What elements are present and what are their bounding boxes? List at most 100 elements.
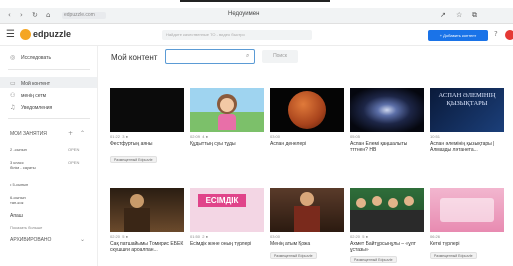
sidebar-item-label: менің сетм — [21, 93, 47, 99]
card-title[interactable]: Аспан денелері — [270, 141, 344, 147]
sidebar-item-label: Уведомления — [21, 105, 53, 111]
card-badge: Размещенный Edpuzzle — [270, 252, 317, 259]
group-suits — [350, 210, 424, 232]
back-icon[interactable]: ‹ — [8, 11, 11, 19]
cartoon-face — [220, 98, 234, 112]
global-search-input[interactable]: Найдите качественные ТО - видео быстро — [162, 30, 312, 40]
browser-toolbar: ‹ › ↻ ⌂ edpuzzle.com Недоуимен ↗ ☆ ⧉ — [0, 8, 513, 24]
help-icon[interactable]: ? — [494, 30, 498, 38]
sidebar-item-my-content[interactable]: ▭ Мой контент — [10, 80, 50, 87]
video-thumbnail[interactable] — [350, 188, 424, 232]
card-title[interactable]: Менің атым Қожа — [270, 241, 344, 247]
top-strip-bar — [180, 0, 330, 2]
card-meta: 02:09 4 ● — [190, 134, 209, 139]
class-item[interactable]: • 5-сынып — [10, 182, 28, 187]
card-title[interactable]: Аспан Елемі қаңшалыты тттнен? HB — [350, 141, 424, 153]
bookmark-icon[interactable]: ☆ — [456, 11, 462, 19]
top-strip — [0, 0, 513, 4]
video-thumbnail[interactable]: ЕСІМДІК — [190, 188, 264, 232]
forward-icon[interactable]: › — [20, 11, 23, 19]
video-thumbnail[interactable]: АСПАН ӘЛЕМІНІҢ ҚЫЗЫҚТАРЫ — [430, 88, 504, 132]
card-title[interactable]: Кеткі түрлері — [430, 241, 504, 247]
actor-body — [124, 208, 150, 232]
app-header: ☰ edpuzzle Найдите качественные ТО - вид… — [0, 24, 513, 46]
person-face — [388, 198, 398, 208]
card-meta: 01:22 3 ● — [110, 134, 129, 139]
card-title[interactable]: Аспан әлемінің қызықтары | Алмазды ләтан… — [430, 141, 504, 153]
sidebar-item-notifications[interactable]: ♫ Уведомления — [10, 104, 52, 111]
thumbnail-caption: ЕСІМДІК — [198, 194, 246, 207]
search-icon[interactable]: ⌕ — [246, 52, 249, 60]
add-content-button[interactable]: + Добавить контент — [428, 30, 488, 41]
classes-heading: МОИ ЗАНЯТИЯ — [10, 131, 47, 137]
actor-face — [130, 194, 144, 208]
extensions-icon[interactable]: ⧉ — [472, 11, 477, 20]
boy-face — [300, 192, 314, 206]
person-face — [404, 196, 414, 206]
folder-icon: ▭ — [10, 80, 16, 87]
reload-icon[interactable]: ↻ — [32, 11, 38, 19]
sidebar-item-label: Мой контент — [21, 81, 51, 87]
card-title[interactable]: Фестфуртың аяны — [110, 141, 184, 147]
video-thumbnail[interactable] — [270, 188, 344, 232]
person-face — [356, 198, 366, 208]
card-meta: 05:05 — [350, 134, 361, 139]
card-badge: Размещенный Edpuzzle — [350, 256, 397, 263]
content-search-input[interactable]: ⌕ — [165, 49, 255, 64]
card-meta: 03:00 — [270, 134, 281, 139]
logo-text[interactable]: edpuzzle — [33, 29, 71, 39]
video-thumbnail[interactable] — [110, 188, 184, 232]
network-icon: ⚇ — [10, 92, 16, 99]
thumbnail-caption: АСПАН ӘЛЕМІНІҢ ҚЫЗЫҚТАРЫ — [438, 92, 496, 107]
sidebar-item-more[interactable]: Апаш — [10, 213, 23, 219]
collapse-icon[interactable]: ⌃ — [80, 130, 88, 137]
sidebar-item-explore[interactable]: ◎ Исследовать — [10, 54, 51, 61]
video-thumbnail[interactable] — [430, 188, 504, 232]
video-thumbnail[interactable] — [270, 88, 344, 132]
url-bar[interactable]: edpuzzle.com — [62, 12, 106, 19]
card-title[interactable]: Құдыттың суы тұды — [190, 141, 264, 147]
card-title[interactable]: Есімдік және оның түрлері — [190, 241, 264, 247]
boy-body — [294, 206, 320, 232]
card-title[interactable]: Сақ патшайымы Томирис ЕБЕК скушшғи ароал… — [110, 241, 184, 253]
add-class-icon[interactable]: + — [68, 130, 76, 137]
video-thumbnail[interactable] — [190, 88, 264, 132]
card-meta: 02:20 5 ● — [110, 234, 129, 239]
card-badge: Размещенный Edpuzzle — [110, 156, 157, 163]
card-meta: 01:50 2 ● — [190, 234, 209, 239]
page-title: Мой контент — [111, 53, 158, 62]
card-title[interactable]: Ахмет Байтұрсынұлы – «ұлт ұстазы» — [350, 241, 424, 253]
video-thumbnail[interactable] — [350, 88, 424, 132]
archived-heading[interactable]: АРХИВИРОВАНО — [10, 237, 51, 243]
class-item[interactable]: 6-сынып тан-кок — [10, 195, 26, 205]
sidebar-divider — [8, 69, 90, 70]
person-face — [372, 196, 382, 206]
class-item[interactable]: 3 класс білім - сауаты — [10, 160, 36, 170]
thumbnail-panel — [440, 198, 494, 222]
bell-icon: ♫ — [10, 104, 16, 111]
window-title: Недоуимен — [228, 11, 260, 17]
cartoon-dress — [218, 114, 236, 130]
card-meta: 02:20 5 ● — [350, 234, 369, 239]
card-meta: 06:26 — [430, 234, 441, 239]
mars-planet — [288, 91, 326, 129]
video-thumbnail[interactable] — [110, 88, 184, 132]
class-count: OPEN — [68, 160, 80, 165]
menu-icon[interactable]: ☰ — [6, 29, 15, 40]
logo-icon — [20, 29, 31, 40]
card-meta: 03:00 — [270, 234, 281, 239]
home-icon[interactable]: ⌂ — [46, 11, 50, 19]
card-meta: 10:51 — [430, 134, 441, 139]
card-badge: Размещенный Edpuzzle — [430, 252, 477, 259]
search-button[interactable]: Поиск — [262, 50, 298, 63]
show-more-link[interactable]: Показать больше — [10, 225, 42, 230]
sidebar: ◎ Исследовать ▭ Мой контент ⚇ менің сетм ♫ У… — [0, 46, 98, 266]
chevron-down-icon[interactable]: ⌄ — [80, 236, 88, 243]
sidebar-item-network[interactable]: ⚇ менің сетм — [10, 92, 46, 99]
class-item[interactable]: 2 -сынып — [10, 147, 27, 152]
share-icon[interactable]: ↗ — [440, 11, 446, 19]
sidebar-item-label: Исследовать — [21, 55, 52, 61]
class-count: OPEN — [68, 147, 80, 152]
avatar[interactable] — [505, 30, 513, 40]
sidebar-divider — [8, 118, 90, 119]
